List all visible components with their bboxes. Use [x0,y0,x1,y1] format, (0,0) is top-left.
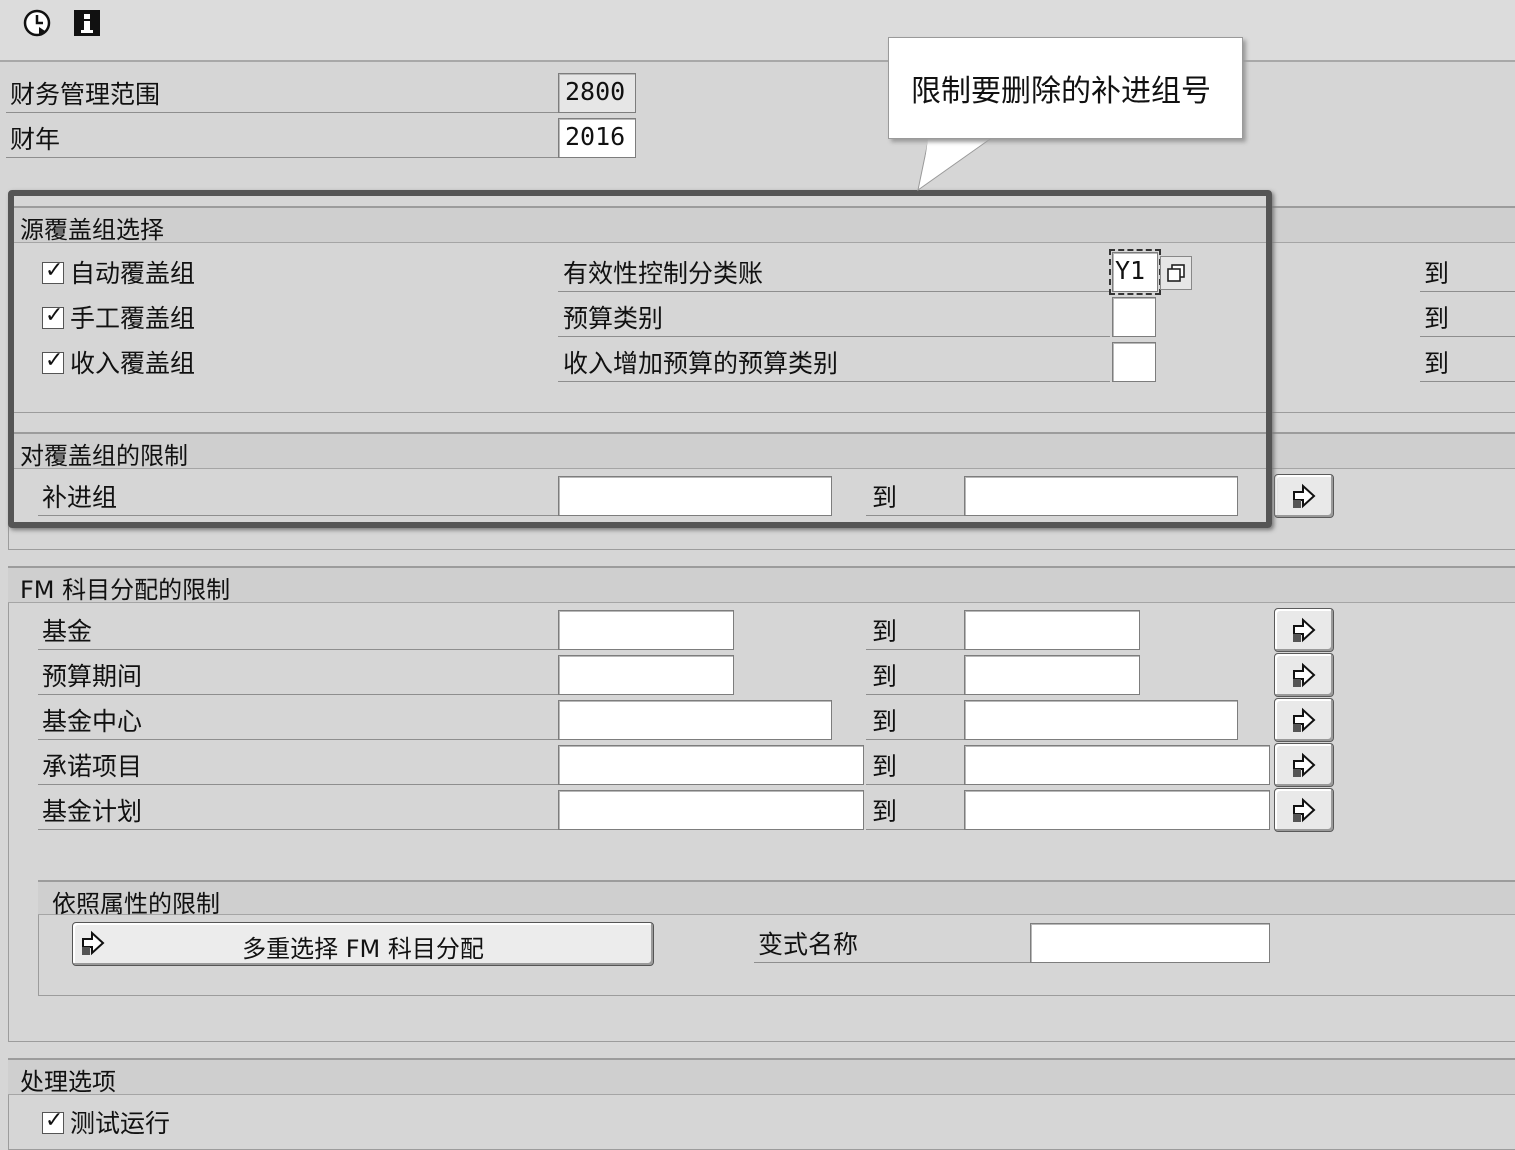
fiscal-year-label: 财年 [10,125,61,154]
to-label: 到 [872,797,898,826]
fund-to-field[interactable] [964,610,1140,650]
info-icon[interactable] [72,8,102,38]
attr-section-title: 依照属性的限制 [52,890,220,918]
commitment-item-label: 承诺项目 [42,752,143,781]
callout-box: 限制要删除的补进组号 [888,37,1243,139]
to-label: 到 [872,662,898,691]
fund-center-from-field[interactable] [558,700,832,740]
variant-name-label: 变式名称 [758,930,859,959]
variant-name-field[interactable] [1030,923,1270,963]
multi-select-fm-button-label: 多重选择 FM 科目分配 [242,935,484,963]
test-run-label: 测试运行 [70,1109,171,1138]
to-label: 到 [1424,259,1450,288]
funded-program-label: 基金计划 [42,797,143,826]
fund-from-field[interactable] [558,610,734,650]
budget-period-to-field[interactable] [964,655,1140,695]
to-label: 到 [1424,349,1450,378]
processing-section-header: 处理选项 [8,1058,1515,1096]
multiple-selection-button[interactable] [1274,788,1334,832]
multiple-selection-button[interactable] [1274,743,1334,787]
clock-execute-icon[interactable] [22,8,52,38]
application-toolbar [0,0,1515,62]
commitment-item-to-field[interactable] [964,745,1270,785]
multi-select-fm-button[interactable]: 多重选择 FM 科目分配 [72,922,654,966]
budget-period-label: 预算期间 [42,662,143,691]
fm-area-field[interactable]: 2800 [558,73,636,113]
to-label: 到 [1424,304,1450,333]
multiple-selection-button[interactable] [1274,698,1334,742]
funded-program-from-field[interactable] [558,790,864,830]
highlight-frame [8,190,1272,528]
fm-section-title: FM 科目分配的限制 [20,576,231,604]
fiscal-year-field[interactable]: 2016 [558,118,636,158]
multiple-selection-button[interactable] [1274,608,1334,652]
multiple-selection-button[interactable] [1274,474,1334,518]
fm-section-header: FM 科目分配的限制 [8,566,1515,604]
funded-program-to-field[interactable] [964,790,1270,830]
to-label: 到 [872,617,898,646]
processing-section-title: 处理选项 [20,1068,116,1096]
test-run-checkbox[interactable] [42,1108,64,1134]
multiple-selection-button[interactable] [1274,653,1334,697]
callout-text: 限制要删除的补进组号 [911,74,1211,109]
attr-section-header: 依照属性的限制 [38,880,1515,918]
commitment-item-from-field[interactable] [558,745,864,785]
callout-pointer [917,130,1002,192]
fund-label: 基金 [42,617,93,646]
fund-center-to-field[interactable] [964,700,1238,740]
fund-center-label: 基金中心 [42,707,143,736]
budget-period-from-field[interactable] [558,655,734,695]
to-label: 到 [872,752,898,781]
to-label: 到 [872,707,898,736]
fm-area-label: 财务管理范围 [10,80,161,109]
